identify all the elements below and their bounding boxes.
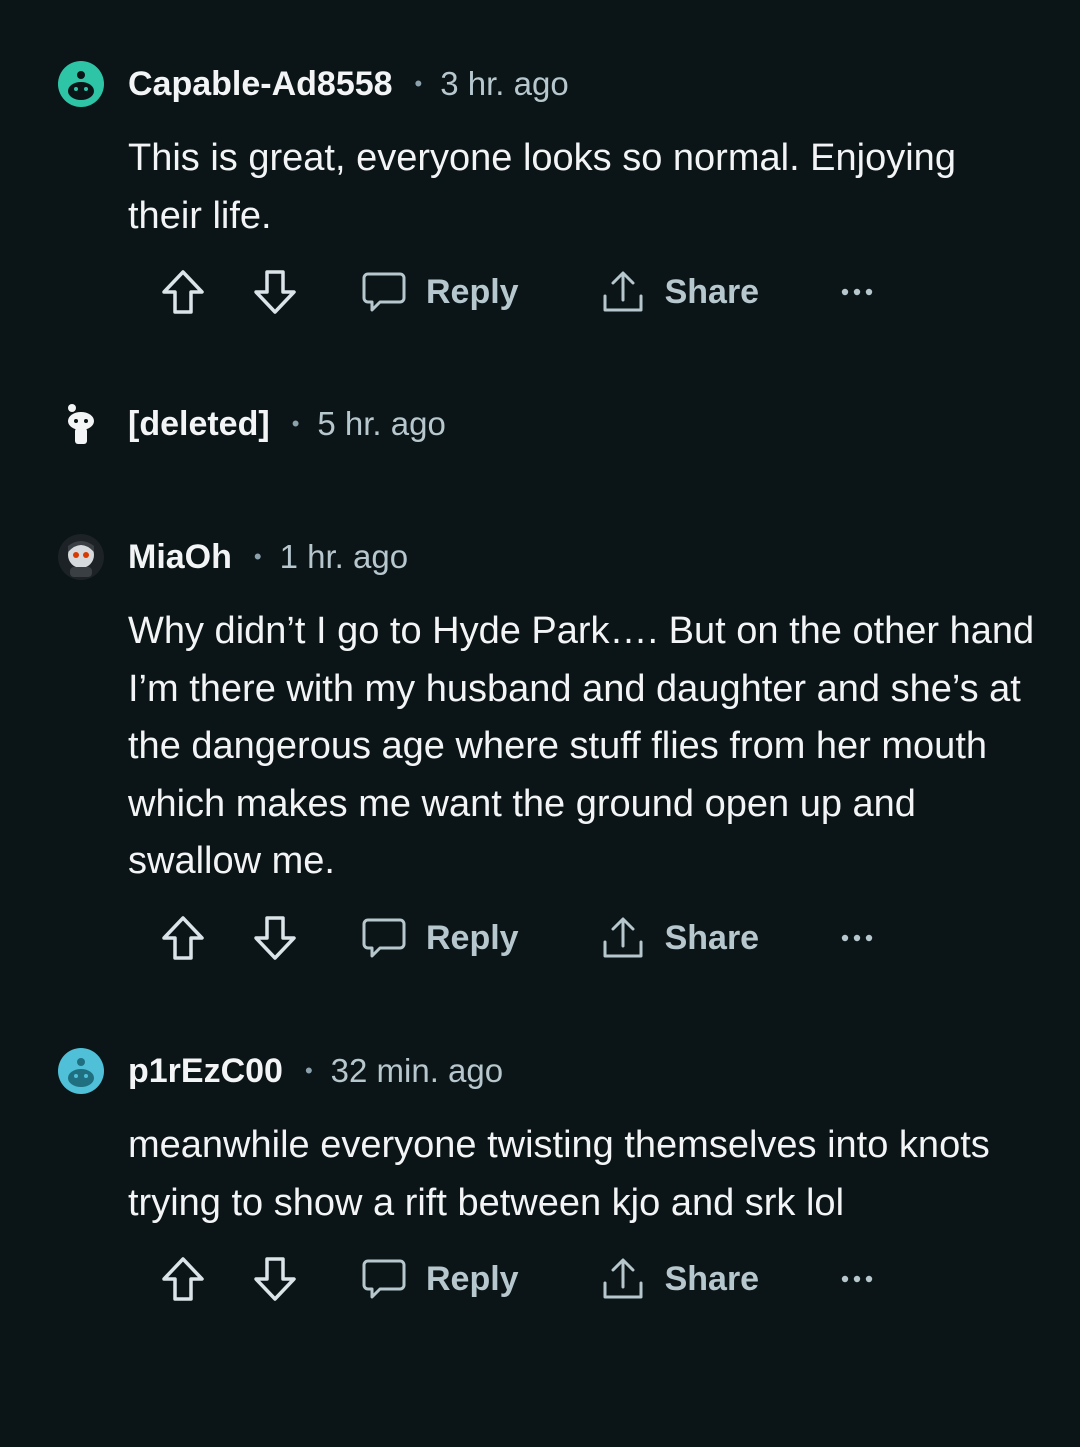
timestamp: 1 hr. ago xyxy=(279,538,409,575)
share-icon xyxy=(603,271,643,312)
share-icon xyxy=(603,917,643,958)
downvote-arrow-icon xyxy=(254,916,296,960)
comment-header: [deleted] • 5 hr. ago xyxy=(58,400,446,448)
downvote-button[interactable] xyxy=(252,1255,298,1303)
timestamp: 32 min. ago xyxy=(330,1052,504,1089)
timestamp: 3 hr. ago xyxy=(440,65,569,102)
upvote-button[interactable] xyxy=(160,1255,206,1303)
separator-dot: • xyxy=(414,71,423,96)
reply-button[interactable]: Reply xyxy=(362,916,519,960)
share-button[interactable]: Share xyxy=(601,270,760,314)
username[interactable]: p1rEzC00 xyxy=(128,1052,283,1091)
share-label: Share xyxy=(664,918,760,957)
reply-label: Reply xyxy=(426,918,519,957)
share-button[interactable]: Share xyxy=(601,1257,760,1301)
comment-bubble-icon xyxy=(362,272,406,312)
comment-bubble-icon xyxy=(362,918,406,958)
comment-actions: Reply Share xyxy=(160,1249,873,1309)
downvote-arrow-icon xyxy=(254,1257,296,1301)
username[interactable]: MiaOh xyxy=(128,538,232,577)
comment-body: meanwhile everyone twisting themselves i… xyxy=(128,1124,990,1224)
avatar[interactable] xyxy=(58,1048,104,1094)
comment-bubble-icon xyxy=(362,1259,406,1299)
upvote-arrow-icon xyxy=(162,1257,204,1301)
comment-header: Capable-Ad8558 • 3 hr. ago xyxy=(58,60,569,108)
snoo-avatar-icon xyxy=(68,71,94,100)
downvote-button[interactable] xyxy=(252,914,298,962)
deleted-snoo-icon xyxy=(68,404,94,444)
avatar[interactable] xyxy=(58,61,104,107)
reply-label: Reply xyxy=(426,1259,519,1298)
reply-label: Reply xyxy=(426,272,519,311)
ellipsis-icon xyxy=(841,1275,873,1283)
separator-dot: • xyxy=(304,1058,313,1083)
downvote-arrow-icon xyxy=(254,270,296,314)
upvote-button[interactable] xyxy=(160,268,206,316)
username[interactable]: Capable-Ad8558 xyxy=(128,65,393,104)
comment-actions: Reply Share xyxy=(160,262,873,322)
snoo-avatar-icon xyxy=(68,1058,94,1087)
upvote-arrow-icon xyxy=(162,916,204,960)
share-label: Share xyxy=(664,1259,760,1298)
comment-actions: Reply Share xyxy=(160,908,873,968)
separator-dot: • xyxy=(253,544,262,569)
share-button[interactable]: Share xyxy=(601,916,760,960)
more-options-button[interactable] xyxy=(841,1274,873,1284)
snoo-avatar-icon xyxy=(68,541,94,577)
comment-body: Why didn’t I go to Hyde Park…. But on th… xyxy=(128,610,1035,882)
share-label: Share xyxy=(664,272,760,311)
comment-body: This is great, everyone looks so normal.… xyxy=(128,137,956,237)
comment-header: p1rEzC00 • 32 min. ago xyxy=(58,1047,503,1095)
separator-dot: • xyxy=(291,411,300,436)
comment-header: MiaOh • 1 hr. ago xyxy=(58,533,408,581)
more-options-button[interactable] xyxy=(841,287,873,297)
ellipsis-icon xyxy=(841,934,873,942)
share-icon xyxy=(603,1258,643,1299)
username: [deleted] xyxy=(128,404,270,443)
more-options-button[interactable] xyxy=(841,933,873,943)
timestamp: 5 hr. ago xyxy=(317,405,446,442)
reply-button[interactable]: Reply xyxy=(362,1257,519,1301)
downvote-button[interactable] xyxy=(252,268,298,316)
upvote-arrow-icon xyxy=(162,270,204,314)
avatar[interactable] xyxy=(58,534,104,580)
upvote-button[interactable] xyxy=(160,914,206,962)
avatar xyxy=(58,401,104,447)
reply-button[interactable]: Reply xyxy=(362,270,519,314)
ellipsis-icon xyxy=(841,288,873,296)
